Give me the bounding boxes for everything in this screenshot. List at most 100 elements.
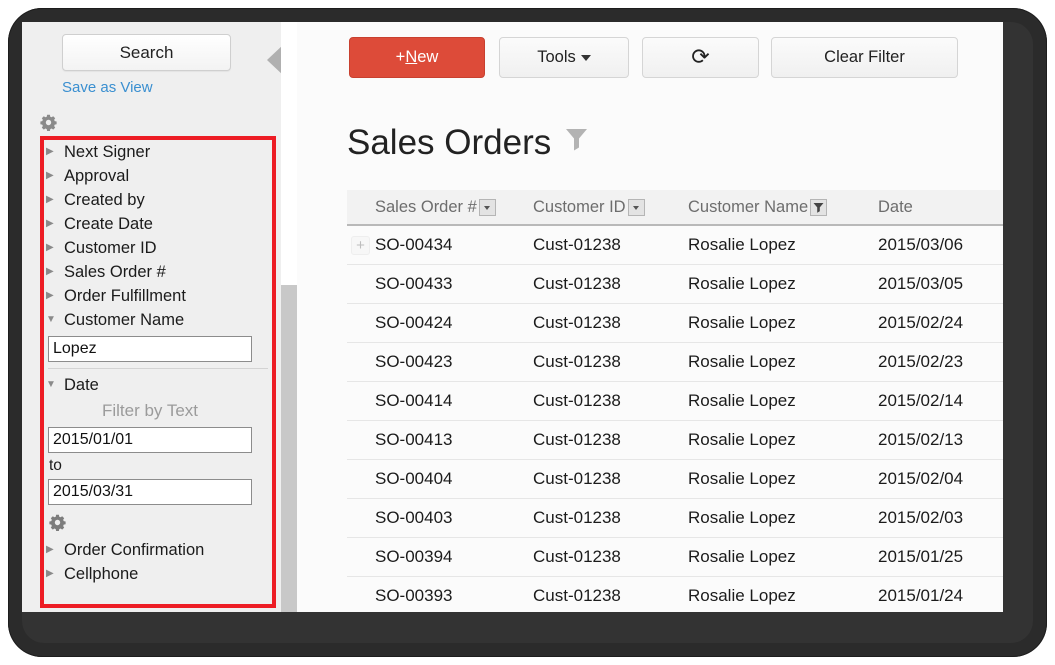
funnel-icon[interactable]	[563, 120, 590, 162]
date-from-input[interactable]	[48, 427, 252, 453]
column-header-sales-order[interactable]: Sales Order #	[375, 190, 533, 226]
table-row[interactable]: SO-00414 Cust-01238 Rosalie Lopez 2015/0…	[347, 381, 1003, 421]
cell-customer-id-link[interactable]: Cust-01238	[533, 576, 688, 612]
cell-date: 2015/01/25	[878, 537, 1003, 577]
filter-item-order-fulfillment[interactable]: Order Fulfillment	[44, 284, 272, 308]
column-header-label: Customer Name	[688, 197, 809, 216]
funnel-filter-active-icon[interactable]	[810, 198, 828, 216]
filter-item-customer-id[interactable]: Customer ID	[44, 236, 272, 260]
action-toolbar: +New Tools ⟳ Clear Filter	[297, 22, 1003, 110]
table-row[interactable]: SO-00393 Cust-01238 Rosalie Lopez 2015/0…	[347, 576, 1003, 612]
filter-item-label: Created by	[64, 190, 145, 209]
expand-cell	[347, 342, 375, 382]
column-header-label: Customer ID	[533, 197, 626, 216]
cell-customer-id-link[interactable]: Cust-01238	[533, 303, 688, 343]
cell-customer-name: Rosalie Lopez	[688, 576, 878, 612]
cell-customer-id-link[interactable]: Cust-01238	[533, 264, 688, 304]
cell-customer-id-link[interactable]: Cust-01238	[533, 537, 688, 577]
table-row[interactable]: SO-00413 Cust-01238 Rosalie Lopez 2015/0…	[347, 420, 1003, 460]
cell-customer-name: Rosalie Lopez	[688, 420, 878, 460]
chevron-right-icon	[44, 195, 62, 205]
filter-item-customer-name[interactable]: Customer Name	[44, 308, 272, 332]
table-row[interactable]: SO-00404 Cust-01238 Rosalie Lopez 2015/0…	[347, 459, 1003, 499]
filter-item-sales-order-number[interactable]: Sales Order #	[44, 260, 272, 284]
chevron-right-icon	[44, 545, 62, 555]
page-title-text: Sales Orders	[347, 123, 552, 162]
filter-item-cellphone[interactable]: Cellphone	[44, 562, 272, 586]
refresh-icon: ⟳	[691, 44, 710, 70]
filter-item-label: Customer Name	[64, 310, 185, 329]
cell-date: 2015/01/24	[878, 576, 1003, 612]
cell-sales-order: SO-00404	[375, 459, 533, 499]
column-header-date[interactable]: Date	[878, 190, 1003, 226]
column-header-customer-id[interactable]: Customer ID	[533, 190, 688, 226]
expand-column-header	[347, 190, 375, 226]
date-to-input[interactable]	[48, 479, 252, 505]
screenshot-root: Search Save as View Next Signer Approval	[0, 0, 1055, 665]
chevron-right-icon	[44, 171, 62, 181]
page-title: Sales Orders	[347, 120, 590, 164]
column-header-label: Sales Order #	[375, 197, 477, 216]
table-row[interactable]: SO-00433 Cust-01238 Rosalie Lopez 2015/0…	[347, 264, 1003, 304]
filter-item-order-confirmation[interactable]: Order Confirmation	[44, 538, 272, 562]
expand-row-button[interactable]: +	[351, 236, 370, 255]
cell-sales-order: SO-00423	[375, 342, 533, 382]
table-header-row: Sales Order # Customer ID Customer Name …	[347, 190, 1003, 226]
cell-sales-order: SO-00403	[375, 498, 533, 538]
expand-cell	[347, 303, 375, 343]
tools-button[interactable]: Tools	[499, 37, 629, 78]
main-content: +New Tools ⟳ Clear Filter Sales Orders S…	[297, 22, 1003, 612]
filter-item-label: Next Signer	[64, 142, 151, 161]
expand-cell	[347, 459, 375, 499]
filter-item-label: Customer ID	[64, 238, 157, 257]
application-viewport: Search Save as View Next Signer Approval	[22, 22, 1003, 612]
cell-customer-id-link[interactable]: Cust-01238	[533, 459, 688, 499]
table-row[interactable]: SO-00424 Cust-01238 Rosalie Lopez 2015/0…	[347, 303, 1003, 343]
cell-date: 2015/02/13	[878, 420, 1003, 460]
table-row[interactable]: + SO-00434 Cust-01238 Rosalie Lopez 2015…	[347, 225, 1003, 265]
cell-customer-name: Rosalie Lopez	[688, 342, 878, 382]
new-button-accesskey: N	[405, 48, 418, 66]
table-body: + SO-00434 Cust-01238 Rosalie Lopez 2015…	[347, 225, 1003, 612]
filter-sidebar: Search Save as View Next Signer Approval	[22, 22, 284, 612]
cell-date: 2015/03/06	[878, 225, 1003, 265]
filter-item-create-date[interactable]: Create Date	[44, 212, 272, 236]
cell-customer-name: Rosalie Lopez	[688, 303, 878, 343]
cell-customer-id-link[interactable]: Cust-01238	[533, 225, 688, 265]
table-header: Sales Order # Customer ID Customer Name …	[347, 190, 1003, 226]
filter-item-label: Order Confirmation	[64, 540, 205, 559]
cell-customer-id-link[interactable]: Cust-01238	[533, 381, 688, 421]
chevron-down-icon	[44, 315, 62, 325]
filter-item-label: Cellphone	[64, 564, 139, 583]
table-row[interactable]: SO-00394 Cust-01238 Rosalie Lopez 2015/0…	[347, 537, 1003, 577]
refresh-button[interactable]: ⟳	[642, 37, 759, 78]
filter-item-date[interactable]: Date	[44, 373, 272, 397]
cell-sales-order: SO-00433	[375, 264, 533, 304]
filter-item-next-signer[interactable]: Next Signer	[44, 140, 272, 164]
chevron-right-icon	[44, 569, 62, 579]
filter-item-approval[interactable]: Approval	[44, 164, 272, 188]
section-divider	[48, 368, 268, 369]
cell-customer-name: Rosalie Lopez	[688, 381, 878, 421]
table-row[interactable]: SO-00403 Cust-01238 Rosalie Lopez 2015/0…	[347, 498, 1003, 538]
chevron-down-icon[interactable]	[627, 198, 645, 216]
customer-name-filter-input[interactable]	[48, 336, 252, 362]
column-header-customer-name[interactable]: Customer Name	[688, 190, 878, 226]
cell-customer-id-link[interactable]: Cust-01238	[533, 498, 688, 538]
cell-customer-id-link[interactable]: Cust-01238	[533, 420, 688, 460]
chevron-down-icon[interactable]	[478, 198, 496, 216]
sidebar-scrollbar-thumb[interactable]	[281, 285, 297, 612]
clear-filter-button[interactable]: Clear Filter	[771, 37, 958, 78]
search-button[interactable]: Search	[62, 34, 231, 71]
gear-icon[interactable]	[40, 114, 57, 131]
filter-item-created-by[interactable]: Created by	[44, 188, 272, 212]
save-as-view-link[interactable]: Save as View	[62, 79, 153, 96]
gear-icon[interactable]	[49, 514, 66, 531]
cell-customer-id-link[interactable]: Cust-01238	[533, 342, 688, 382]
table-row[interactable]: SO-00423 Cust-01238 Rosalie Lopez 2015/0…	[347, 342, 1003, 382]
filter-by-text-heading: Filter by Text	[101, 401, 199, 420]
cell-sales-order: SO-00394	[375, 537, 533, 577]
new-button[interactable]: +New	[349, 37, 485, 78]
filter-item-label: Date	[64, 375, 99, 394]
expand-cell	[347, 498, 375, 538]
